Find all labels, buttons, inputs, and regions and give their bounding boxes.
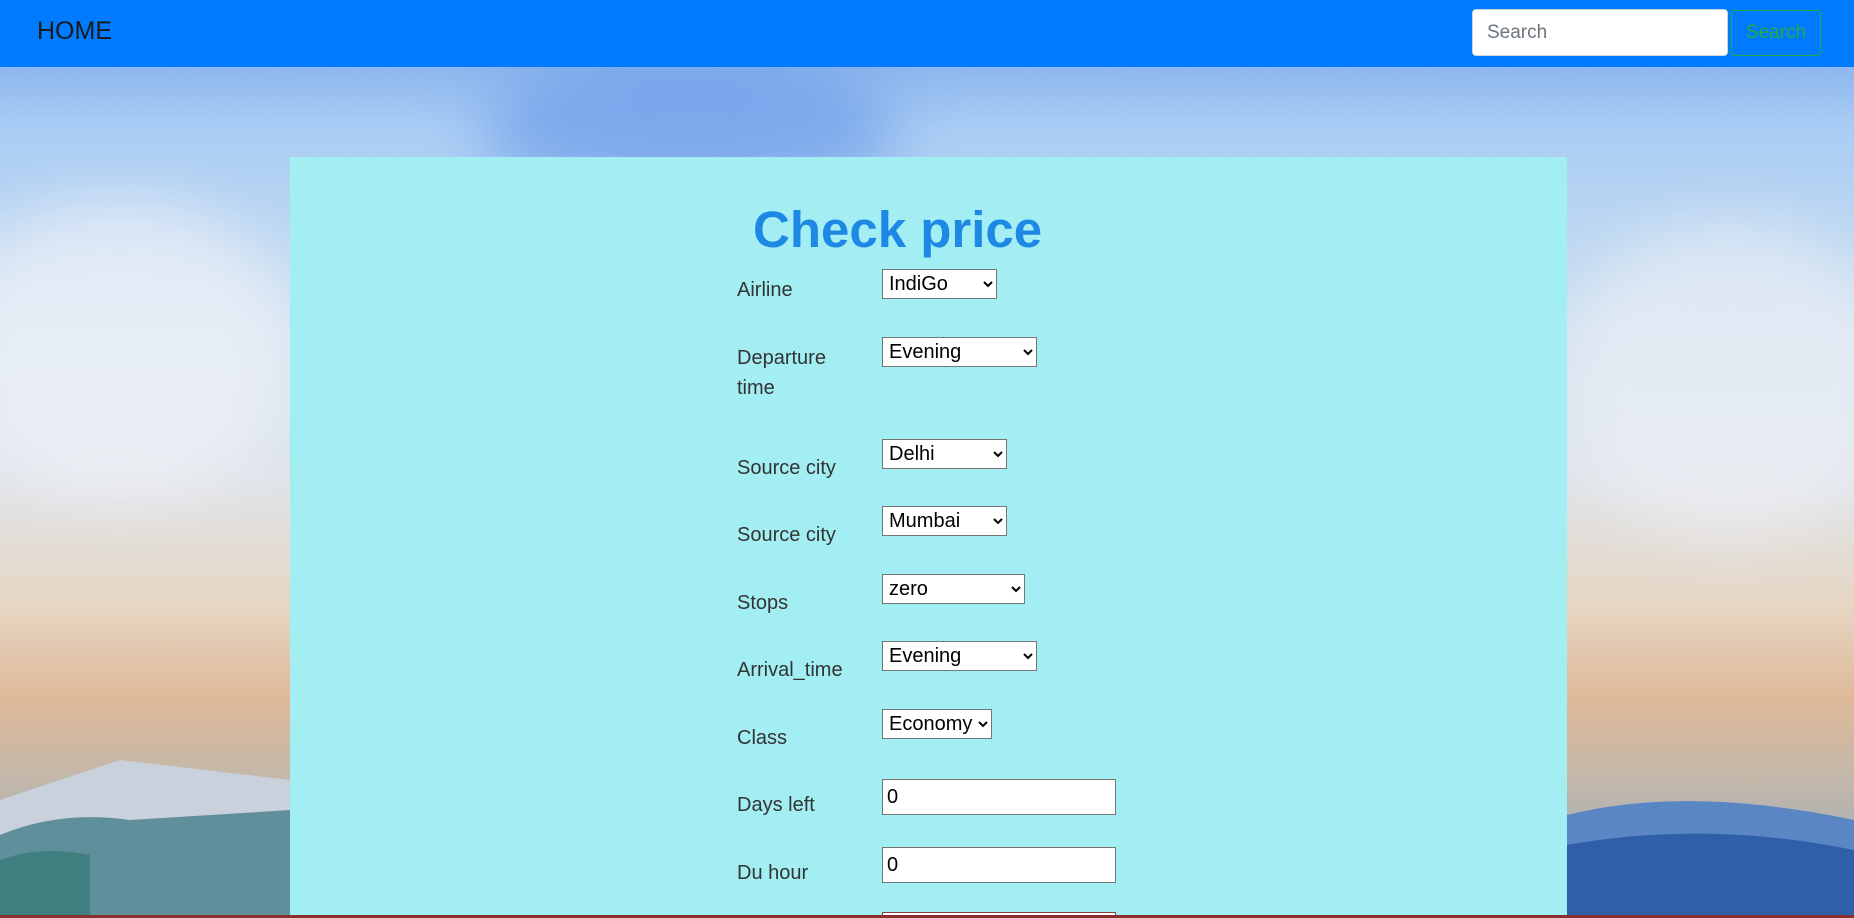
background-cloud xyxy=(1560,220,1854,540)
destination-city-label: Source city xyxy=(737,524,836,546)
source-city-label: Source city xyxy=(737,457,836,479)
home-link[interactable]: HOME xyxy=(37,17,112,46)
stops-label: Stops xyxy=(737,592,789,614)
destination-city-select[interactable]: Mumbai xyxy=(882,506,1007,536)
days-left-label: Days left xyxy=(737,794,815,816)
airport-building-left xyxy=(0,760,290,918)
departure-time-label-line2: time xyxy=(737,377,775,399)
days-left-input[interactable] xyxy=(882,779,1116,815)
arrival-time-select[interactable]: Evening xyxy=(882,641,1037,671)
class-label: Class xyxy=(737,727,788,749)
airline-select[interactable]: IndiGo xyxy=(882,269,997,299)
stops-select[interactable]: zero xyxy=(882,574,1025,604)
page-title: Check price xyxy=(753,201,1043,258)
top-navbar: HOME Search xyxy=(0,0,1854,67)
check-price-panel: Check price Airline IndiGo Departure tim… xyxy=(290,157,1567,918)
background-cloud xyxy=(0,200,300,500)
airport-building-right xyxy=(1567,801,1854,918)
departure-time-select[interactable]: Evening xyxy=(882,337,1037,367)
departure-time-label-line1: Departure xyxy=(737,347,826,369)
class-select[interactable]: Economy xyxy=(882,709,992,739)
arrival-time-label: Arrival_time xyxy=(737,659,843,681)
search-button[interactable]: Search xyxy=(1731,10,1821,56)
departure-time-label: Departure time xyxy=(737,343,877,403)
source-city-select[interactable]: Delhi xyxy=(882,439,1007,469)
du-hour-label: Du hour xyxy=(737,862,809,884)
airline-label: Airline xyxy=(737,279,793,301)
du-hour-input[interactable] xyxy=(882,847,1116,883)
search-input[interactable] xyxy=(1472,9,1728,56)
